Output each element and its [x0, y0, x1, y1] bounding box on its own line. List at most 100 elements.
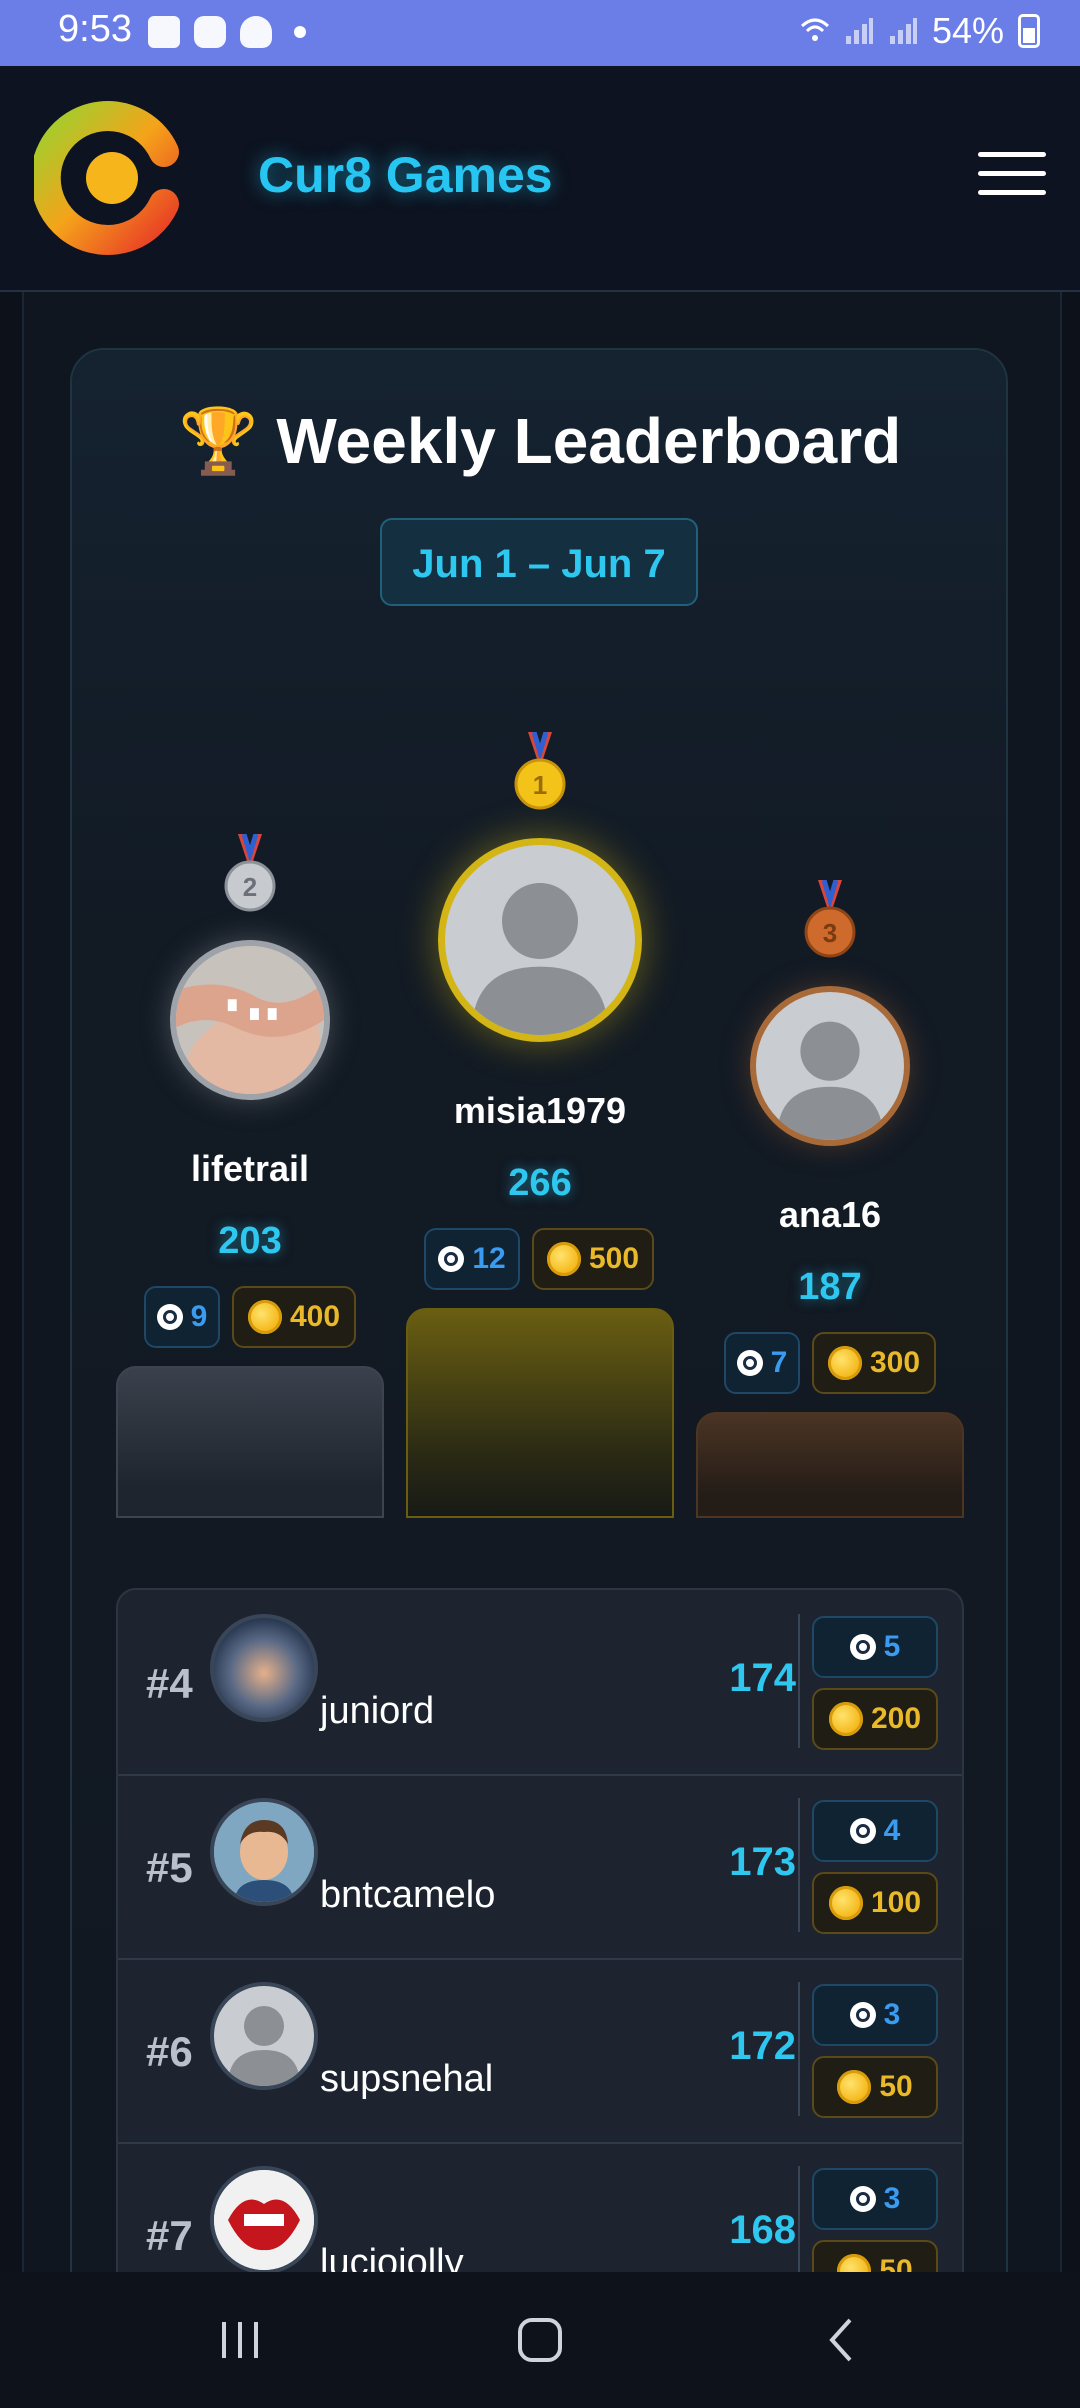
row-username: juniord — [320, 1690, 435, 1732]
hamburger-menu-button[interactable] — [978, 152, 1046, 196]
row-coin-chip: 100 — [812, 1872, 938, 1934]
third-place-score: 187 — [798, 1266, 862, 1308]
more-notifications-icon — [294, 26, 306, 38]
row-rank: #6 — [146, 2028, 193, 2075]
status-time: 9:53 — [58, 8, 132, 50]
steem-icon — [849, 1818, 876, 1844]
divider — [798, 1982, 800, 2116]
second-place-name: lifetrail — [190, 1148, 310, 1189]
steem-icon — [849, 2002, 876, 2028]
row-rank: #5 — [146, 1844, 193, 1891]
second-place-pedestal — [116, 1366, 384, 1518]
divider — [798, 1614, 800, 1748]
third-place-steem-chip: 7 — [724, 1332, 800, 1394]
avatar[interactable] — [210, 1614, 318, 1722]
date-range-badge: Jun 1 – Jun 7 — [380, 518, 698, 606]
coin-icon — [837, 2070, 872, 2104]
silver-medal-icon: 2 — [224, 834, 276, 912]
brand-title: Cur8 Games — [258, 147, 553, 203]
avatar[interactable] — [210, 1982, 318, 2090]
row-coins: 100 — [870, 1886, 922, 1919]
signal-icon-2 — [889, 18, 917, 44]
avatar[interactable] — [210, 2166, 318, 2274]
battery-icon — [1018, 14, 1040, 48]
battery-percent: 54% — [931, 10, 1004, 51]
first-place-steem: 12 — [472, 1242, 506, 1275]
gold-medal-icon: 1 — [514, 732, 566, 810]
wifi-icon — [800, 18, 829, 41]
row-steem-chip: 5 — [812, 1616, 938, 1678]
first-place-score: 266 — [508, 1162, 572, 1204]
back-icon[interactable] — [818, 2316, 866, 2364]
recent-apps-icon[interactable] — [216, 2316, 264, 2364]
row-steem: 5 — [883, 1630, 901, 1663]
first-place-name: misia1979 — [453, 1090, 627, 1131]
svg-text:2: 2 — [243, 872, 257, 902]
row-steem-chip: 4 — [812, 1800, 938, 1862]
app-header: Cur8 Games — [0, 66, 1080, 292]
discord-icon — [194, 16, 226, 48]
notification-icons — [148, 16, 306, 48]
leaderboard-row[interactable]: #4 juniord 174 5 200 — [118, 1590, 962, 1776]
second-place-coins: 400 — [289, 1300, 341, 1333]
steem-icon — [156, 1304, 183, 1330]
trophy-icon: 🏆 — [178, 405, 259, 477]
row-steem: 3 — [883, 1998, 901, 2031]
snapchat-icon — [240, 16, 272, 48]
steem-icon — [736, 1350, 763, 1376]
svg-text:1: 1 — [533, 770, 547, 800]
row-username: supsnehal — [320, 2058, 494, 2100]
steem-icon — [438, 1246, 465, 1272]
third-place-steem: 7 — [770, 1346, 788, 1379]
row-steem: 3 — [883, 2182, 901, 2215]
row-coin-chip: 50 — [812, 2056, 938, 2118]
leaderboard-title: 🏆 Weekly Leaderboard — [0, 404, 1080, 479]
row-score: 173 — [729, 1840, 796, 1884]
third-place-pedestal — [696, 1412, 964, 1518]
third-place-name: ana16 — [778, 1194, 882, 1235]
first-place-coins: 500 — [588, 1242, 640, 1275]
second-place-coin-chip: 400 — [232, 1286, 356, 1348]
leaderboard-row[interactable]: #5 bntcamelo 173 4 100 — [118, 1774, 962, 1960]
first-place-pedestal — [406, 1308, 674, 1518]
row-score: 168 — [729, 2208, 796, 2252]
avatar-third-place[interactable] — [750, 986, 910, 1146]
third-place-coins: 300 — [869, 1346, 921, 1379]
coin-icon — [827, 1346, 862, 1380]
row-coins: 50 — [879, 2070, 913, 2103]
coin-icon — [546, 1242, 581, 1276]
cur8-logo[interactable] — [34, 100, 190, 256]
status-bar: 9:53 54% — [0, 0, 1080, 66]
leaderboard-title-text: Weekly Leaderboard — [276, 405, 902, 477]
divider — [798, 1798, 800, 1932]
coin-icon — [247, 1300, 282, 1334]
row-coins: 200 — [870, 1702, 922, 1735]
steem-icon — [849, 2186, 876, 2212]
leaderboard-row[interactable]: #6 supsnehal 172 3 50 — [118, 1958, 962, 2144]
row-steem: 4 — [883, 1814, 901, 1847]
bronze-medal-icon: 3 — [804, 880, 856, 958]
second-place-steem: 9 — [190, 1300, 208, 1333]
row-rank: #7 — [146, 2212, 193, 2259]
system-status: 54% — [800, 10, 1040, 52]
row-score: 172 — [729, 2024, 796, 2068]
signal-icon — [845, 18, 873, 44]
gallery-icon — [148, 16, 180, 48]
row-username: bntcamelo — [320, 1874, 496, 1916]
leaderboard-list: #4 juniord 174 5 200 #5 bntcamelo 173 4 … — [116, 1588, 964, 2348]
row-coin-chip: 200 — [812, 1688, 938, 1750]
avatar[interactable] — [210, 1798, 318, 1906]
coin-icon — [828, 1886, 863, 1920]
svg-text:3: 3 — [823, 918, 837, 948]
row-rank: #4 — [146, 1660, 193, 1707]
row-steem-chip: 3 — [812, 2168, 938, 2230]
home-icon[interactable] — [516, 2316, 564, 2364]
avatar-first-place[interactable] — [438, 838, 642, 1042]
row-steem-chip: 3 — [812, 1984, 938, 2046]
coin-icon — [828, 1702, 863, 1736]
third-place-coin-chip: 300 — [812, 1332, 936, 1394]
second-place-score: 203 — [218, 1220, 282, 1262]
steem-icon — [849, 1634, 876, 1660]
row-score: 174 — [729, 1656, 796, 1700]
avatar-second-place[interactable] — [170, 940, 330, 1100]
